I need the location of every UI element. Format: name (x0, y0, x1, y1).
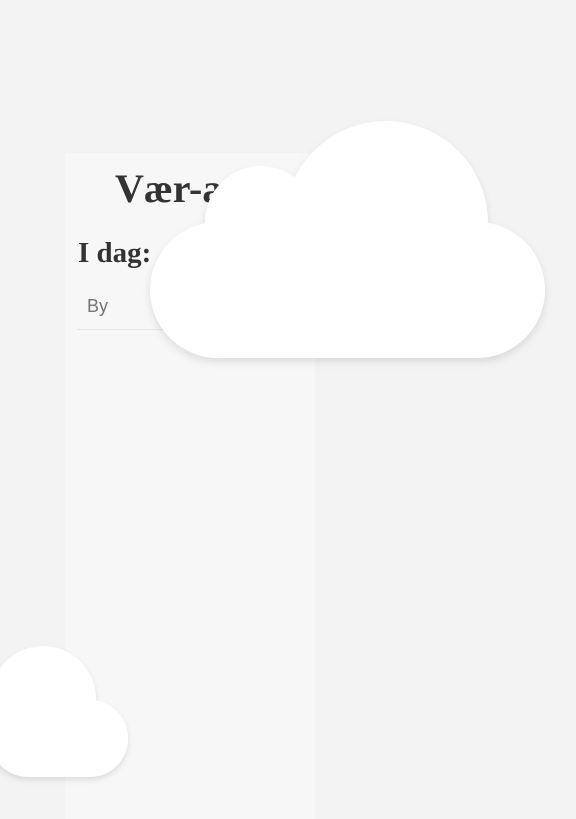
cloud-icon (0, 640, 130, 785)
today-heading: I dag: (78, 237, 152, 269)
cloud-icon (150, 120, 545, 365)
